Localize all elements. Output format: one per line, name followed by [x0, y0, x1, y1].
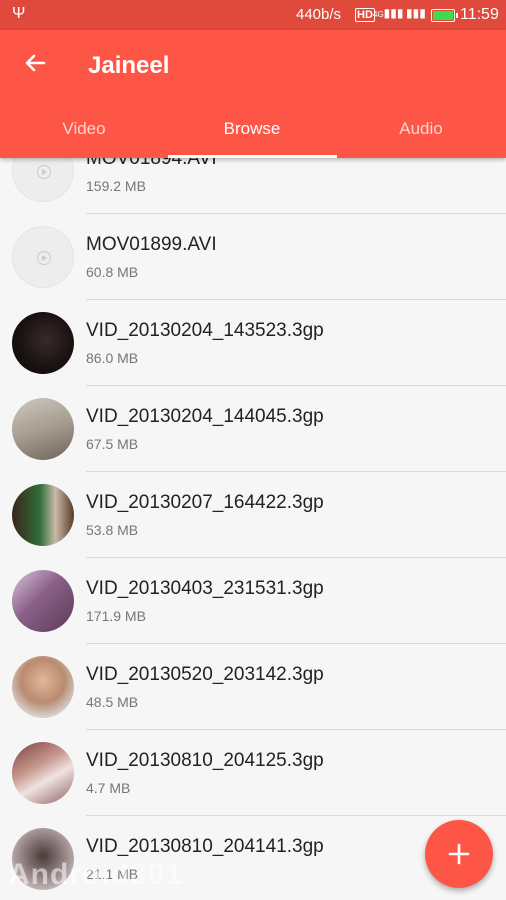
page-title: Jaineel — [88, 52, 170, 79]
list-item[interactable]: VID_20130204_144045.3gp 67.5 MB — [0, 386, 506, 472]
video-thumbnail — [12, 742, 74, 804]
file-size: 4.7 MB — [86, 780, 131, 796]
list-item[interactable]: VID_20130207_164422.3gp 53.8 MB — [0, 472, 506, 558]
file-name: MOV01894.AVI — [86, 158, 217, 169]
clock: 11:59 — [460, 6, 499, 23]
usb-icon: Ψ — [12, 5, 26, 22]
file-size: 86.0 MB — [86, 350, 139, 366]
hd-icon: HD — [355, 8, 375, 22]
file-list: MOV01894.AVI 159.2 MB MOV01899.AVI 60.8 … — [0, 158, 506, 900]
file-name: VID_20130810_204141.3gp — [86, 836, 324, 857]
file-size: 159.2 MB — [86, 178, 146, 194]
signal-icon: 4G▮▮▮ — [373, 6, 404, 20]
file-name: MOV01899.AVI — [86, 234, 217, 255]
file-size: 60.8 MB — [86, 264, 139, 280]
file-size: 48.5 MB — [86, 694, 139, 710]
list-item[interactable]: VID_20130520_203142.3gp 48.5 MB — [0, 644, 506, 730]
back-arrow-icon[interactable] — [20, 48, 50, 78]
video-thumbnail — [12, 398, 74, 460]
tab-indicator — [168, 155, 337, 158]
file-name: VID_20130810_204125.3gp — [86, 750, 324, 771]
plus-icon — [448, 843, 470, 865]
file-name: VID_20130520_203142.3gp — [86, 664, 324, 685]
tab-video[interactable]: Video — [0, 102, 168, 158]
file-name: VID_20130403_231531.3gp — [86, 578, 324, 599]
file-name: VID_20130207_164422.3gp — [86, 492, 324, 513]
status-bar: Ψ 440b/s HD 4G▮▮▮ ▮▮▮ 11:59 — [0, 0, 506, 30]
list-item[interactable]: MOV01894.AVI 159.2 MB — [0, 158, 506, 214]
add-button[interactable] — [425, 820, 493, 888]
tab-browse[interactable]: Browse — [168, 102, 336, 158]
battery-icon — [431, 9, 458, 22]
video-placeholder-icon — [12, 158, 74, 202]
list-item[interactable]: VID_20130810_204125.3gp 4.7 MB — [0, 730, 506, 816]
app-bar: Jaineel Video Browse Audio — [0, 30, 506, 158]
list-item[interactable]: VID_20130403_231531.3gp 171.9 MB — [0, 558, 506, 644]
watermark: Android301 — [8, 858, 184, 891]
list-item[interactable]: MOV01899.AVI 60.8 MB — [0, 214, 506, 300]
video-thumbnail — [12, 312, 74, 374]
file-size: 53.8 MB — [86, 522, 139, 538]
file-size: 67.5 MB — [86, 436, 139, 452]
video-thumbnail — [12, 656, 74, 718]
video-thumbnail — [12, 484, 74, 546]
file-name: VID_20130204_144045.3gp — [86, 406, 324, 427]
file-name: VID_20130204_143523.3gp — [86, 320, 324, 341]
video-placeholder-icon — [12, 226, 74, 288]
video-thumbnail — [12, 570, 74, 632]
tab-bar: Video Browse Audio — [0, 102, 506, 158]
tab-audio[interactable]: Audio — [337, 102, 505, 158]
list-item[interactable]: VID_20130204_143523.3gp 86.0 MB — [0, 300, 506, 386]
file-size: 171.9 MB — [86, 608, 146, 624]
signal-icon-2: ▮▮▮ — [406, 6, 426, 20]
net-speed: 440b/s — [296, 6, 342, 23]
